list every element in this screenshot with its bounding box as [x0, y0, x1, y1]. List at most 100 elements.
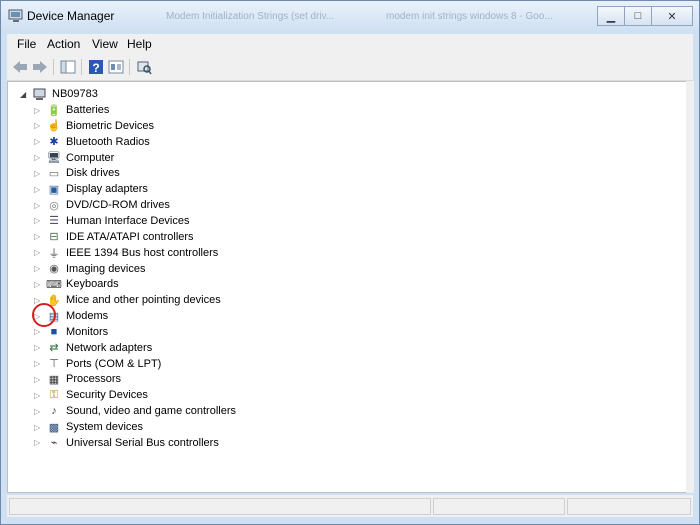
- camera-icon: ◉: [49, 263, 59, 275]
- expand-arrow-icon[interactable]: ▷: [34, 359, 42, 368]
- computer-root-icon: [33, 88, 46, 100]
- tree-item-label: Network adapters: [66, 341, 153, 354]
- expand-arrow-icon[interactable]: ▷: [34, 216, 42, 225]
- disk-drive-icon: ▭: [48, 167, 60, 180]
- expand-arrow-icon[interactable]: ▷: [34, 438, 42, 447]
- tree-item-label: Batteries: [66, 104, 110, 116]
- tree-item[interactable]: ▷ ▭ Disk drives: [34, 165, 120, 181]
- tree-item[interactable]: ▷ ✱ Bluetooth Radios: [34, 134, 150, 150]
- tree-item-label: Keyboards: [66, 278, 119, 291]
- toolbar: ?: [7, 54, 693, 81]
- forward-button[interactable]: [31, 58, 49, 76]
- tree-item[interactable]: ▷ ▦ Processors: [34, 371, 121, 387]
- expand-arrow-icon[interactable]: ▷: [34, 423, 42, 432]
- properties-button[interactable]: [107, 58, 125, 76]
- collapse-arrow-icon[interactable]: ◢: [20, 90, 28, 99]
- expand-arrow-icon[interactable]: ▷: [34, 343, 42, 352]
- expand-arrow-icon[interactable]: ▷: [34, 169, 42, 178]
- device-tree: ◢ NB09783 ▷ 🔋 Batteries ▷ ☝ Biometric Devices…: [7, 81, 687, 493]
- help-icon: ?: [89, 60, 103, 75]
- ide-controller-icon: ⊟: [49, 231, 59, 244]
- expand-arrow-icon[interactable]: ▷: [34, 201, 42, 210]
- tree-item[interactable]: ▷ ▣ Display adapters: [34, 181, 148, 197]
- expand-arrow-icon[interactable]: ▷: [34, 280, 42, 289]
- bluetooth-icon: ✱: [49, 136, 59, 149]
- expand-arrow-icon[interactable]: ▷: [34, 391, 42, 400]
- expand-arrow-icon[interactable]: ▷: [34, 185, 42, 194]
- tree-item[interactable]: ▷ ♪ Sound, video and game controllers: [34, 403, 236, 419]
- tree-item-label: DVD/CD-ROM drives: [66, 199, 170, 212]
- vertical-scrollbar[interactable]: [686, 81, 694, 493]
- device-manager-icon: [8, 9, 23, 22]
- tree-item[interactable]: ▷ ⚿ Security Devices: [34, 387, 148, 403]
- toolbar-separator: [53, 59, 54, 75]
- scan-hardware-button[interactable]: [135, 58, 153, 76]
- tree-item[interactable]: ▷ ☰ Human Interface Devices: [34, 213, 190, 229]
- biometric-icon: ☝: [47, 120, 61, 133]
- root-label: NB09783: [52, 88, 98, 100]
- status-bar: [7, 495, 693, 517]
- display-adapter-icon: ▣: [48, 183, 60, 196]
- tree-item[interactable]: ▷ ◎ DVD/CD-ROM drives: [34, 197, 170, 213]
- tree-item[interactable]: ▷ ⊟ IDE ATA/ATAPI controllers: [34, 229, 194, 245]
- expand-arrow-icon[interactable]: ▷: [34, 264, 42, 273]
- port-icon: ⊤: [49, 358, 59, 371]
- minimize-button[interactable]: ▁: [597, 6, 625, 26]
- help-button[interactable]: ?: [87, 58, 105, 76]
- close-button[interactable]: ✕: [651, 6, 693, 26]
- keyboard-icon: ⌨: [46, 278, 62, 291]
- maximize-button[interactable]: □: [624, 6, 652, 26]
- tree-item-label: Computer: [66, 151, 115, 164]
- tree-item[interactable]: ▷ ☝ Biometric Devices: [34, 118, 154, 134]
- expand-arrow-icon[interactable]: ▷: [34, 248, 42, 257]
- menu-file[interactable]: File: [17, 37, 36, 51]
- highlight-circle: [32, 303, 56, 327]
- tree-item-label: Display adapters: [66, 183, 148, 196]
- tree-item[interactable]: ▷ ⇄ Network adapters: [34, 340, 152, 356]
- computer-icon: 🖥: [47, 152, 61, 165]
- tree-item-label: Universal Serial Bus controllers: [66, 436, 219, 449]
- tree-item[interactable]: ▷ ⏚ IEEE 1394 Bus host controllers: [34, 245, 218, 261]
- expand-arrow-icon[interactable]: ▷: [34, 121, 42, 130]
- tree-root[interactable]: ◢ NB09783: [20, 86, 98, 102]
- tree-item[interactable]: ▷ ⌁ Universal Serial Bus controllers: [34, 435, 219, 451]
- expand-arrow-icon[interactable]: ▷: [34, 327, 42, 336]
- battery-icon: 🔋: [47, 104, 61, 117]
- expand-arrow-icon[interactable]: ▷: [34, 106, 42, 115]
- expand-arrow-icon[interactable]: ▷: [34, 232, 42, 241]
- tree-item-label: Disk drives: [66, 167, 120, 180]
- speaker-icon: ♪: [51, 405, 57, 418]
- tree-item-label: Monitors: [66, 325, 109, 338]
- tree-item-label: Bluetooth Radios: [66, 135, 150, 148]
- tree-item-label: Human Interface Devices: [66, 214, 190, 227]
- tree-item[interactable]: ▷ ⌨ Keyboards: [34, 276, 119, 292]
- tree-item[interactable]: ▷ ⊤ Ports (COM & LPT): [34, 356, 161, 372]
- tree-item[interactable]: ▷ 🔋 Batteries: [34, 102, 109, 118]
- title-bar[interactable]: Device Manager Modem Initialization Stri…: [1, 1, 699, 31]
- window-title: Device Manager: [27, 9, 115, 23]
- usb-icon: ⌁: [50, 437, 58, 450]
- expand-arrow-icon[interactable]: ▷: [34, 375, 42, 384]
- svg-text:?: ?: [92, 61, 99, 75]
- maximize-icon: □: [634, 10, 642, 22]
- show-hide-console-tree-button[interactable]: [59, 58, 77, 76]
- toolbar-separator: [81, 59, 82, 75]
- monitor-icon: ■: [50, 325, 58, 338]
- expand-arrow-icon[interactable]: ▷: [34, 407, 42, 416]
- back-button[interactable]: [11, 58, 29, 76]
- ieee1394-icon: ⏚: [48, 247, 60, 260]
- console-tree-icon: [60, 60, 76, 74]
- expand-arrow-icon[interactable]: ▷: [34, 137, 42, 146]
- tree-item-label: Security Devices: [66, 389, 148, 402]
- tree-item[interactable]: ▷ ▩ System devices: [34, 419, 143, 435]
- tree-item-label: Modems: [66, 310, 109, 323]
- tree-item[interactable]: ▷ ✋ Mice and other pointing devices: [34, 292, 221, 308]
- menu-help[interactable]: Help: [127, 37, 152, 51]
- tree-item-label: Mice and other pointing devices: [66, 294, 221, 307]
- tree-item[interactable]: ▷ ◉ Imaging devices: [34, 261, 146, 277]
- menu-view[interactable]: View: [92, 37, 118, 51]
- expand-arrow-icon[interactable]: ▷: [34, 153, 42, 162]
- menu-action[interactable]: Action: [47, 37, 80, 51]
- tree-item-label: Biometric Devices: [66, 119, 155, 132]
- tree-item[interactable]: ▷ 🖥 Computer: [34, 150, 114, 166]
